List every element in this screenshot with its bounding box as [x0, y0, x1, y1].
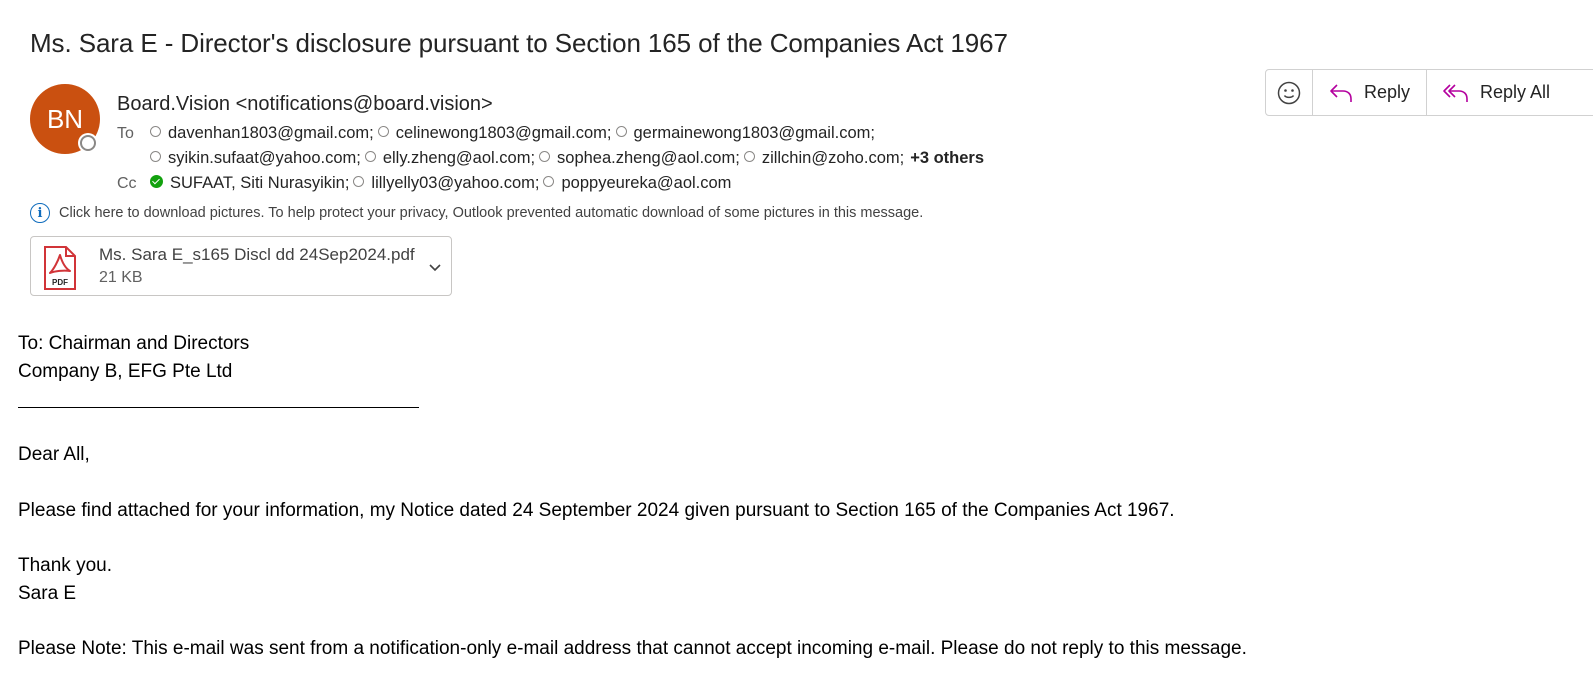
body-company: Company B, EFG Pte Ltd: [18, 361, 233, 382]
reply-icon: [1330, 83, 1352, 102]
recipient-address: davenhan1803@gmail.com;: [168, 124, 374, 142]
download-pictures-infobar[interactable]: i Click here to download pictures. To he…: [30, 203, 923, 223]
recipient-address: syikin.sufaat@yahoo.com;: [168, 149, 361, 167]
avatar-initials: BN: [46, 103, 84, 134]
presence-unknown-icon: [615, 126, 627, 137]
reply-all-icon: [1443, 83, 1468, 102]
recipient[interactable]: davenhan1803@gmail.com;: [150, 124, 374, 143]
pdf-icon-label: PDF: [52, 278, 68, 287]
presence-available-icon: [150, 175, 163, 188]
recipient-address: celinewong1803@gmail.com;: [395, 124, 612, 142]
body-greeting: Dear All,: [18, 444, 90, 465]
presence-unknown-icon: [364, 151, 376, 162]
presence-unknown-icon: [539, 151, 551, 162]
recipient[interactable]: elly.zheng@aol.com;: [364, 149, 536, 168]
attachment-name: Ms. Sara E_s165 Discl dd 24Sep2024.pdf: [99, 245, 415, 264]
sender-name[interactable]: Board.Vision <notifications@board.vision…: [117, 93, 493, 116]
to-label: To: [117, 125, 134, 142]
body-note: Please Note: This e-mail was sent from a…: [18, 638, 1247, 659]
reply-all-label: Reply All: [1480, 82, 1551, 102]
body-thanks: Thank you.: [18, 555, 112, 576]
presence-status-icon: [80, 135, 96, 151]
recipient-address: lillyelly03@yahoo.com;: [371, 174, 540, 192]
recipient[interactable]: sophea.zheng@aol.com;: [539, 149, 740, 168]
emoji-icon: [1277, 81, 1301, 104]
presence-unknown-icon: [353, 176, 365, 187]
to-recipients-line-1: davenhan1803@gmail.com; celinewong1803@g…: [150, 124, 879, 143]
recipient-address: poppyeureka@aol.com: [561, 174, 732, 192]
recipient[interactable]: lillyelly03@yahoo.com;: [353, 174, 539, 193]
attachment-card[interactable]: PDF Ms. Sara E_s165 Discl dd 24Sep2024.p…: [30, 236, 452, 296]
presence-unknown-icon: [377, 126, 389, 137]
reply-all-button[interactable]: Reply All: [1427, 70, 1550, 115]
reply-button[interactable]: Reply: [1313, 70, 1427, 115]
reply-label: Reply: [1364, 82, 1411, 102]
presence-unknown-icon: [150, 151, 161, 162]
attachment-size: 21 KB: [99, 269, 143, 286]
more-recipients-link[interactable]: +3 others: [910, 149, 984, 168]
chevron-down-icon[interactable]: [427, 259, 443, 280]
to-recipients-line-2: syikin.sufaat@yahoo.com; elly.zheng@aol.…: [150, 149, 984, 168]
infobar-text: Click here to download pictures. To help…: [59, 205, 924, 221]
recipient[interactable]: syikin.sufaat@yahoo.com;: [150, 149, 361, 168]
body-paragraph: Please find attached for your informatio…: [18, 500, 1175, 521]
presence-unknown-icon: [543, 176, 555, 187]
recipient[interactable]: SUFAAT, Siti Nurasyikin;: [150, 174, 349, 193]
body-divider: [18, 407, 419, 408]
recipient-name: SUFAAT, Siti Nurasyikin;: [170, 174, 350, 192]
presence-unknown-icon: [150, 126, 161, 137]
recipient-address: germainewong1803@gmail.com;: [633, 124, 875, 142]
recipient-address: zillchin@zoho.com;: [761, 149, 905, 167]
email-subject: Ms. Sara E - Director's disclosure pursu…: [30, 28, 1008, 58]
cc-recipients-line: SUFAAT, Siti Nurasyikin; lillyelly03@yah…: [150, 174, 735, 193]
recipient[interactable]: germainewong1803@gmail.com;: [615, 124, 875, 143]
body-signature: Sara E: [18, 583, 77, 604]
presence-unknown-icon: [743, 151, 755, 162]
message-actions-toolbar: Reply Reply All: [1265, 69, 1593, 116]
cc-label: Cc: [117, 175, 137, 192]
info-icon: i: [30, 203, 50, 223]
recipient[interactable]: celinewong1803@gmail.com;: [377, 124, 612, 143]
recipient[interactable]: poppyeureka@aol.com: [543, 174, 731, 193]
body-to-line: To: Chairman and Directors: [18, 333, 250, 354]
pdf-icon: PDF: [42, 245, 78, 296]
recipient-address: sophea.zheng@aol.com;: [557, 149, 740, 167]
recipient-address: elly.zheng@aol.com;: [382, 149, 536, 167]
recipient[interactable]: zillchin@zoho.com;: [743, 149, 905, 168]
react-button[interactable]: [1266, 70, 1313, 115]
